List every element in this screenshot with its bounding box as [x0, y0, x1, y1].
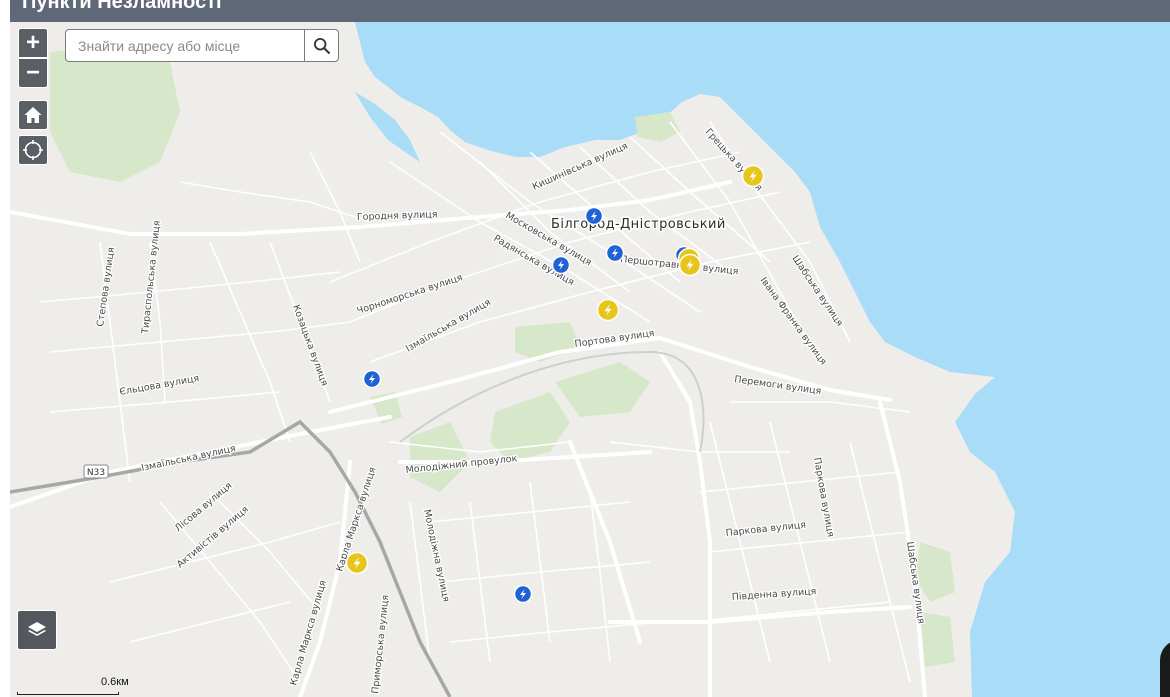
- map-canvas[interactable]: N33 Кишинівська вулиця Грецька вулиця Го…: [10, 22, 1170, 697]
- home-button[interactable]: [18, 100, 48, 130]
- crosshair-icon: [23, 140, 43, 160]
- resilience-point-marker-blue[interactable]: [551, 255, 571, 275]
- layers-icon: [28, 622, 46, 636]
- resilience-point-marker-blue[interactable]: [362, 369, 382, 389]
- header-bar: Пункти Незламності: [10, 0, 1170, 22]
- highway-shield-n33: N33: [83, 464, 109, 479]
- resilience-point-marker-yellow[interactable]: [596, 298, 620, 322]
- map-app: Пункти Незламності N33 Кишинівська вулиц…: [0, 0, 1170, 697]
- locate-button[interactable]: [18, 135, 48, 165]
- city-label: Білгород-Дністровський: [551, 217, 726, 232]
- resilience-point-marker-blue[interactable]: [584, 206, 604, 226]
- search-button[interactable]: [304, 30, 338, 61]
- resilience-point-marker-yellow[interactable]: [678, 253, 702, 277]
- left-border: [0, 0, 10, 697]
- resilience-point-marker-yellow[interactable]: [345, 551, 369, 575]
- resilience-point-marker-yellow[interactable]: [741, 164, 765, 188]
- resilience-point-marker-blue[interactable]: [605, 243, 625, 263]
- resilience-point-marker-blue[interactable]: [513, 584, 533, 604]
- search-bar: [65, 29, 339, 62]
- minus-icon: −: [25, 59, 40, 86]
- scale-label: 0.6км: [101, 676, 129, 688]
- home-icon: [24, 107, 42, 123]
- layers-button[interactable]: [17, 610, 57, 650]
- map-view[interactable]: N33 Кишинівська вулиця Грецька вулиця Го…: [10, 22, 1170, 697]
- app-title: Пункти Незламності: [22, 0, 222, 13]
- search-icon: [313, 37, 330, 54]
- zoom-in-button[interactable]: +: [18, 28, 48, 58]
- scale-line: [17, 692, 119, 695]
- plus-icon: +: [25, 29, 40, 56]
- search-input[interactable]: [66, 30, 304, 61]
- zoom-out-button[interactable]: −: [18, 58, 48, 88]
- highway-shield-label: N33: [87, 468, 105, 478]
